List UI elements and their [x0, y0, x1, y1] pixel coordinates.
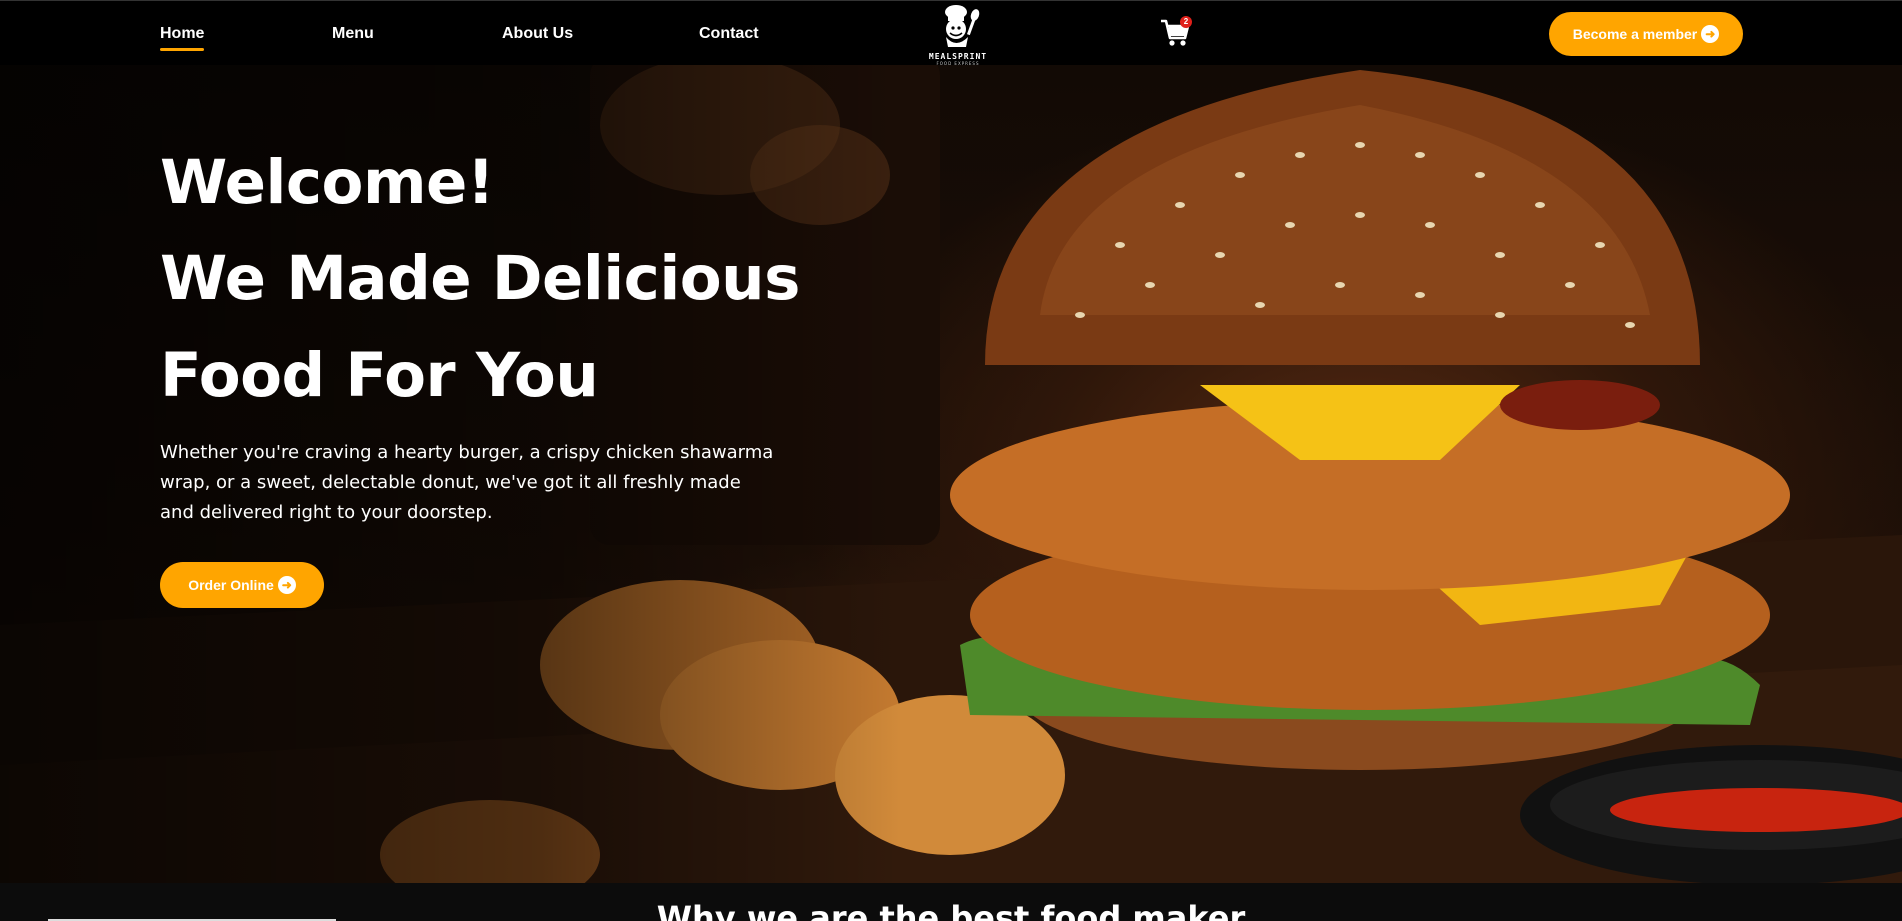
arrow-right-circle-icon: ➜: [277, 576, 296, 594]
top-navbar: Home Menu About Us Contact MEALSPRINT FO…: [0, 0, 1902, 66]
hero-headline-line2: We Made Delicious: [160, 243, 800, 314]
chef-mascot-icon: [945, 5, 980, 47]
logo-text: MEALSPRINT: [928, 52, 988, 61]
hero-headline-line1: Welcome!: [160, 147, 495, 218]
hero-tagline: Whether you're craving a hearty burger, …: [160, 442, 774, 523]
nav-about-link[interactable]: About Us: [502, 25, 573, 43]
nav-home-link[interactable]: Home: [160, 25, 205, 51]
order-online-button[interactable]: Order Online ➜: [160, 562, 324, 608]
arrow-right-circle-icon: ➜: [1701, 25, 1720, 43]
nav-contact-link[interactable]: Contact: [699, 25, 759, 43]
hero-section: Welcome! We Made Delicious Food For You …: [0, 65, 1902, 883]
why-best-section: Why we are the best food maker: [0, 883, 1902, 921]
nav-menu-link[interactable]: Menu: [332, 25, 374, 43]
section-title: Why we are the best food maker: [656, 899, 1246, 921]
become-member-label: Become a member: [1572, 26, 1698, 42]
hero-headline-line3: Food For You: [160, 340, 599, 411]
order-online-label: Order Online: [188, 577, 274, 593]
become-member-button[interactable]: Become a member ➜: [1549, 12, 1743, 56]
cart-button[interactable]: 2: [1160, 16, 1192, 50]
cart-count-badge: 2: [1180, 16, 1192, 28]
site-logo[interactable]: MEALSPRINT FOOD EXPRESS: [918, 3, 998, 66]
